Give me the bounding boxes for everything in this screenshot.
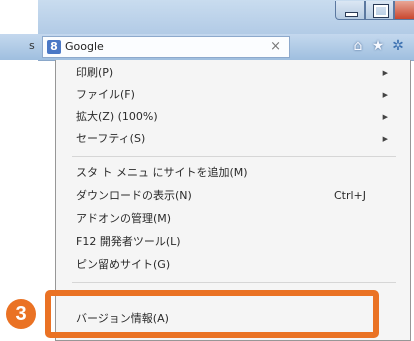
close-icon: x [395, 1, 414, 19]
menu-item-pinned-sites[interactable]: ピン留めサイト(G) [76, 255, 396, 275]
menu-item-zoom[interactable]: 拡大(Z) (100%) ▶ [76, 107, 396, 127]
menu-item-add-to-start[interactable]: スタ ト メニュ にサイトを追加(M) [76, 163, 396, 183]
menu-item-label: セーフティ(S) [76, 132, 146, 145]
menu-item-label: 拡大(Z) (100%) [76, 110, 158, 123]
menu-item-safety[interactable]: セーフティ(S) ▶ [76, 129, 396, 149]
left-edge-fragment: s [29, 39, 35, 52]
star-icon[interactable]: ★ [370, 38, 386, 54]
gear-icon[interactable]: ✲ [390, 38, 406, 54]
menu-item-label: スタ ト メニュ にサイトを追加(M) [76, 166, 248, 179]
tab-close-icon[interactable]: × [270, 39, 281, 54]
menu-item-view-downloads[interactable]: ダウンロードの表示(N) Ctrl+J [76, 186, 396, 206]
menu-separator [72, 156, 396, 157]
maximize-icon [373, 4, 389, 18]
menu-item-label: F12 開発者ツール(L) [76, 235, 181, 248]
submenu-arrow-icon: ▶ [382, 69, 388, 77]
callout-highlight-box [45, 290, 379, 338]
menu-item-dev-tools[interactable]: F12 開発者ツール(L) [76, 232, 396, 252]
menu-item-label: 印刷(P) [76, 66, 114, 79]
menu-item-print[interactable]: 印刷(P) ▶ [76, 63, 396, 83]
menu-item-file[interactable]: ファイル(F) ▶ [76, 85, 396, 105]
tab-google[interactable]: 8 Google × [42, 36, 290, 58]
home-icon[interactable]: ⌂ [350, 38, 366, 54]
submenu-arrow-icon: ▶ [382, 113, 388, 121]
g-icon: 8 [47, 40, 61, 54]
left-edge-strip: s [0, 34, 38, 60]
submenu-arrow-icon: ▶ [382, 91, 388, 99]
screenshot: s x 8 Google × ⌂ ★ ✲ 印刷(P) ▶ ファイル(F) ▶ [0, 0, 414, 341]
browser-toolbar: 8 Google × ⌂ ★ ✲ [38, 34, 414, 61]
tab-title: Google [65, 40, 104, 53]
step-number-badge: 3 [6, 299, 36, 329]
maximize-button[interactable] [365, 1, 394, 20]
minimize-button[interactable] [335, 1, 365, 20]
menu-item-label: ダウンロードの表示(N) [76, 189, 192, 202]
menu-item-label: ファイル(F) [76, 88, 135, 101]
menu-item-label: ピン留めサイト(G) [76, 258, 171, 271]
title-bar: x [38, 0, 414, 34]
minimize-icon [345, 12, 358, 17]
menu-item-shortcut: Ctrl+J [333, 189, 366, 202]
submenu-arrow-icon: ▶ [382, 135, 388, 143]
close-button[interactable]: x [394, 1, 414, 20]
menu-item-manage-addons[interactable]: アドオンの管理(M) [76, 209, 396, 229]
menu-item-label: アドオンの管理(M) [76, 212, 172, 225]
menu-separator [72, 282, 396, 283]
